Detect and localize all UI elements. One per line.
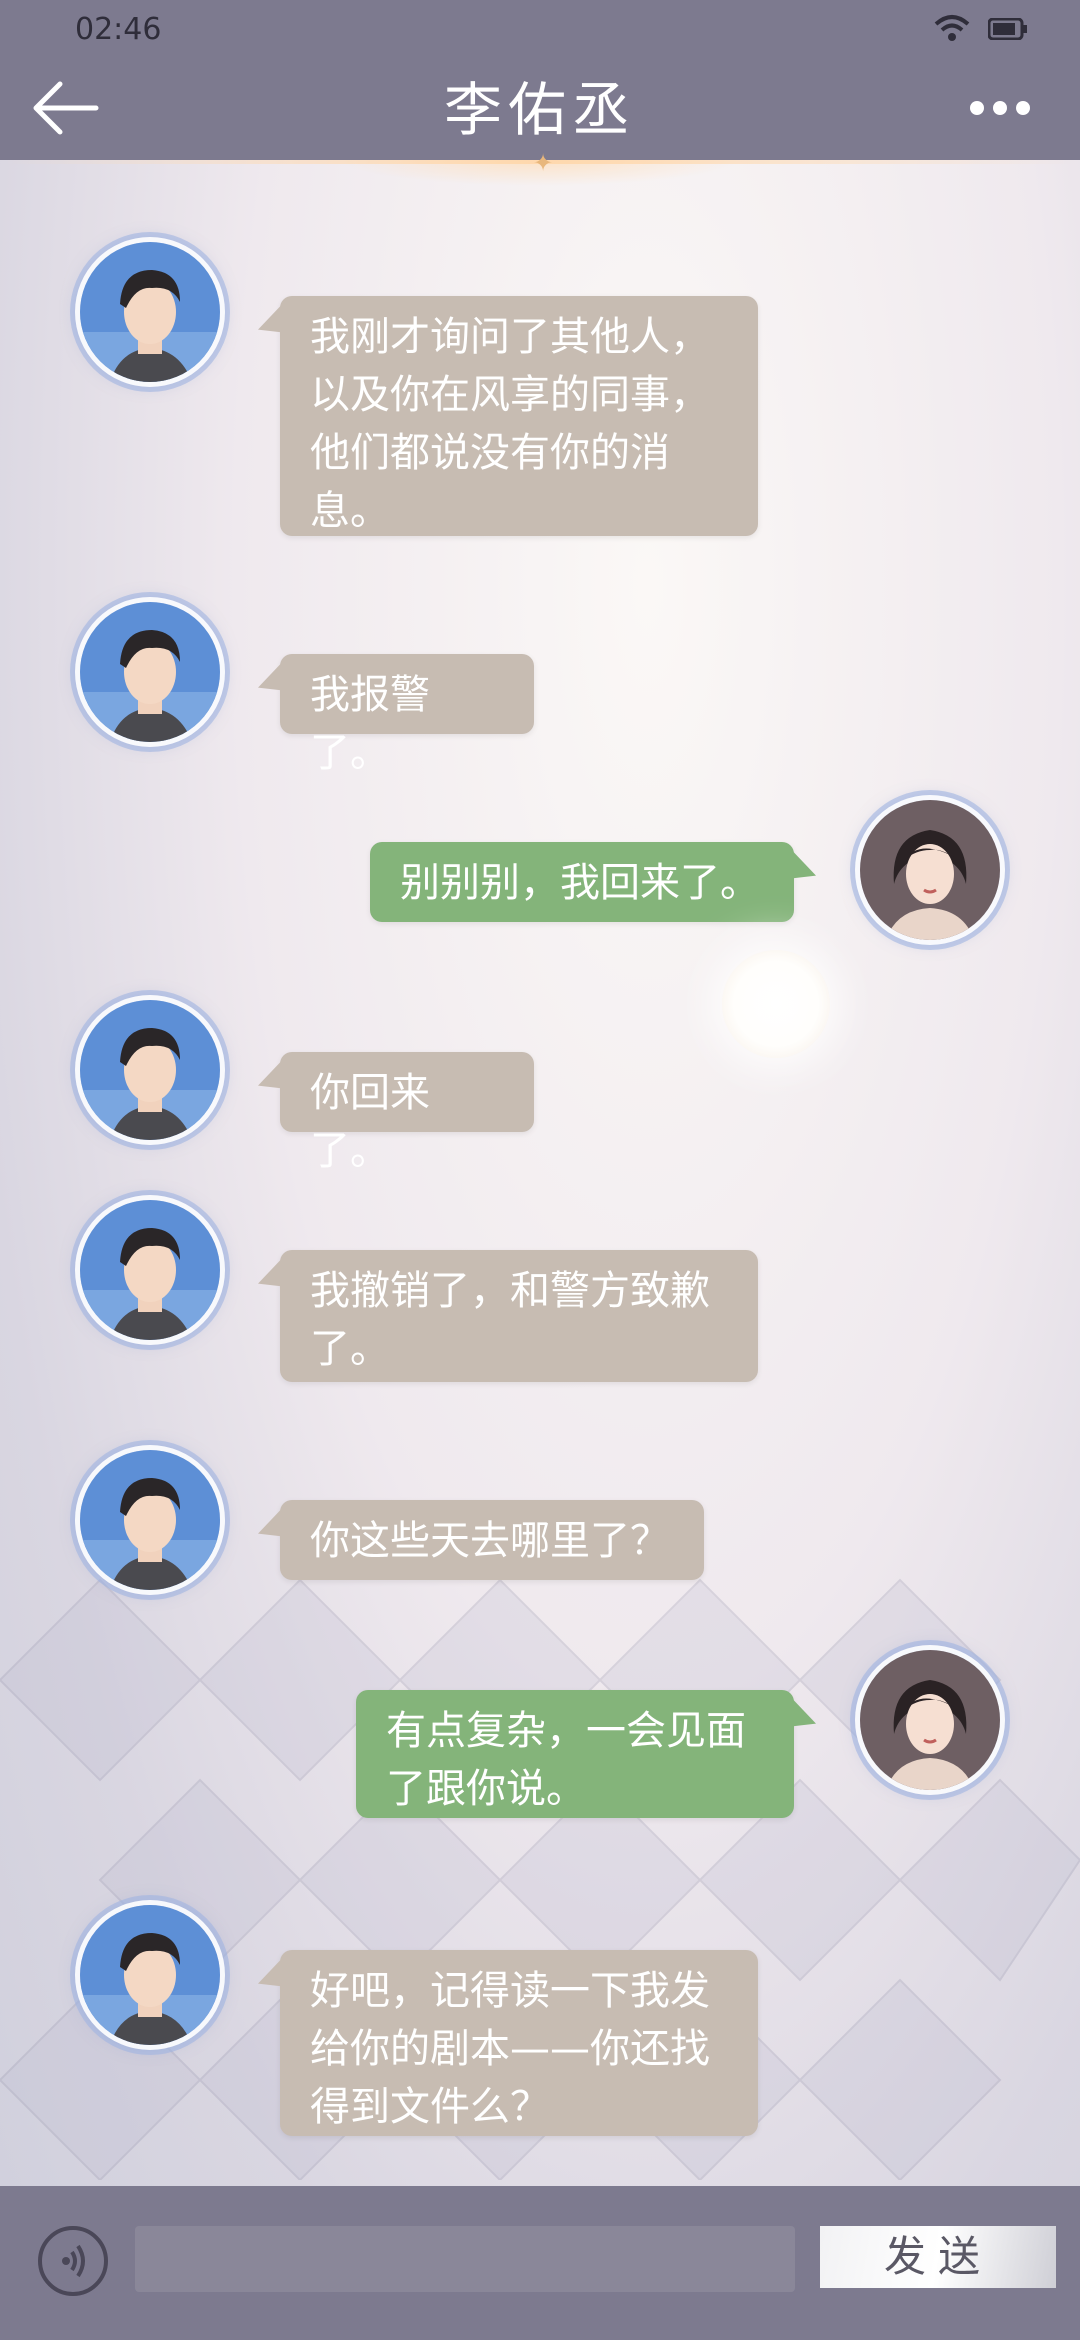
glowing-orb	[722, 950, 830, 1058]
message-bubble-incoming: 我报警了。	[280, 654, 534, 776]
send-button[interactable]: 发送	[820, 2226, 1056, 2288]
status-time: 02:46	[75, 12, 162, 47]
message-bubble-incoming: 我撤销了，和警方致歉了。	[280, 1250, 758, 1382]
avatar-male[interactable]	[80, 1905, 220, 2045]
avatar-male[interactable]	[80, 1450, 220, 1590]
message-bubble-incoming: 你回来了。	[280, 1052, 534, 1174]
message-input[interactable]	[135, 2226, 795, 2292]
star-ornament-icon: ✦	[533, 149, 554, 177]
avatar-male[interactable]	[80, 1000, 220, 1140]
avatar-male[interactable]	[80, 1200, 220, 1340]
avatar-female[interactable]	[860, 800, 1000, 940]
page-title: 李佑丞	[443, 76, 636, 144]
message-bubble-outgoing: 别别别，我回来了。	[370, 842, 794, 922]
avatar-male[interactable]	[80, 602, 220, 742]
message-bubble-outgoing: 有点复杂，一会见面了跟你说。	[356, 1690, 794, 1818]
wifi-icon	[934, 14, 970, 46]
more-dots-icon[interactable]	[970, 100, 1040, 120]
input-bar: 发送	[0, 2186, 1080, 2340]
message-bubble-incoming: 我刚才询问了其他人，以及你在风享的同事，他们都说没有你的消息。	[280, 296, 758, 536]
avatar-female[interactable]	[860, 1650, 1000, 1790]
message-bubble-incoming: 好吧，记得读一下我发给你的剧本——你还找得到文件么？	[280, 1950, 758, 2136]
status-bar: 02:46	[0, 0, 1080, 60]
message-bubble-incoming: 你这些天去哪里了？	[280, 1500, 704, 1580]
voice-icon[interactable]	[38, 2226, 108, 2296]
battery-icon	[987, 17, 1028, 44]
chat-header: 李佑丞	[0, 60, 1080, 160]
avatar-male[interactable]	[80, 242, 220, 382]
